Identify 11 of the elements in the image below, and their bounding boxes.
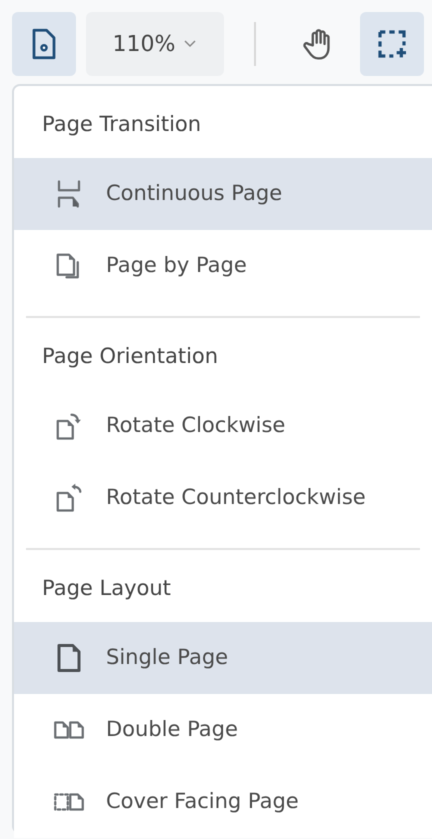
page-rotate-left-icon xyxy=(54,483,84,513)
document-settings-button[interactable] xyxy=(12,12,76,76)
section-heading: Page Layout xyxy=(41,575,172,602)
zoom-dropdown[interactable]: 110% xyxy=(86,12,224,76)
section-heading: Page Orientation xyxy=(41,343,220,370)
caret-icon xyxy=(183,39,198,49)
menu-item[interactable]: Single Page xyxy=(14,622,432,694)
menu-item[interactable]: Continuous Page xyxy=(14,158,432,230)
dashed-select-plus-icon xyxy=(376,28,408,60)
area-select-button[interactable] xyxy=(360,12,424,76)
section-heading: Page Transition xyxy=(41,111,202,138)
